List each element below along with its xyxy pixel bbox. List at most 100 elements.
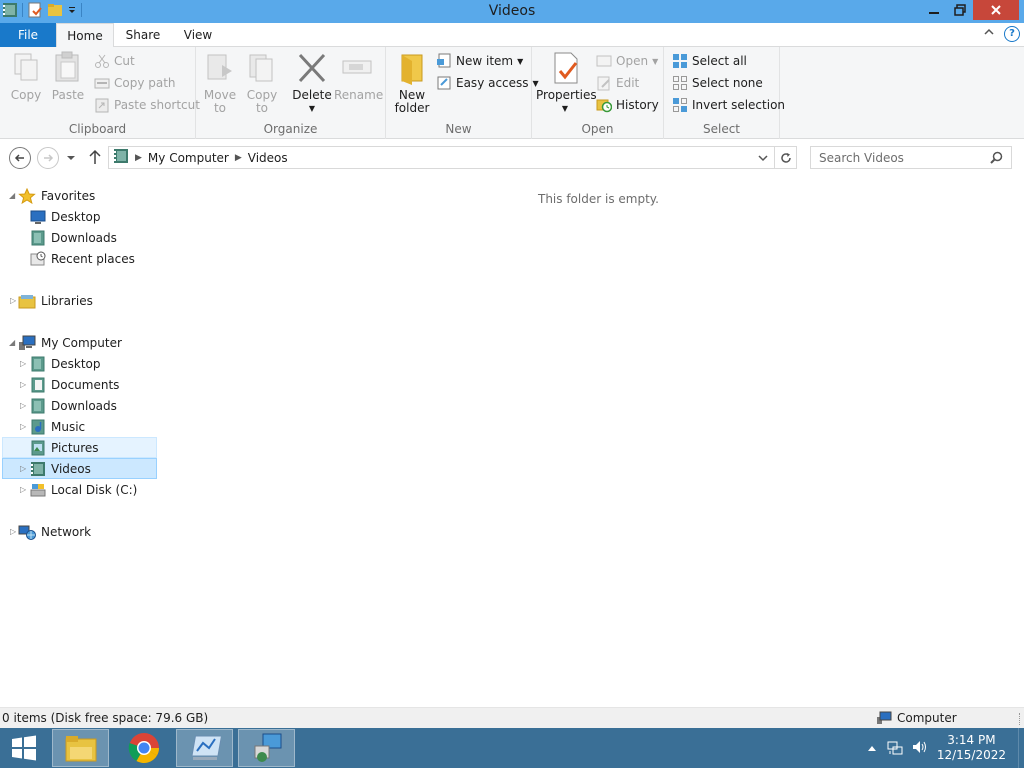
tree-item-desktop[interactable]: Desktop <box>30 353 101 374</box>
easy-access-button[interactable]: Easy access ▼ <box>436 73 539 93</box>
breadcrumb-separator-icon[interactable]: ▶ <box>235 153 242 163</box>
maximize-button[interactable] <box>947 0 973 20</box>
back-button[interactable] <box>9 147 31 169</box>
move-to-icon <box>204 51 236 85</box>
edit-button[interactable]: Edit <box>596 73 639 93</box>
search-icon[interactable] <box>990 151 1003 167</box>
new-item-button[interactable]: New item ▼ <box>436 51 523 71</box>
open-button[interactable]: Open ▼ <box>596 51 658 71</box>
tree-item-network[interactable]: Network <box>18 521 91 542</box>
tab-view[interactable]: View <box>176 23 220 47</box>
expand-arrow-icon[interactable]: ▷ <box>10 527 16 536</box>
tree-item-my-computer[interactable]: My Computer <box>18 332 122 353</box>
clock[interactable]: 3:14 PM 12/15/2022 <box>937 733 1006 763</box>
volume-icon[interactable] <box>911 739 929 758</box>
paste-icon <box>52 51 84 85</box>
windows-logo-icon <box>12 735 36 761</box>
new-folder-label-2: folder <box>394 101 430 115</box>
new-folder-button[interactable]: New folder <box>392 51 432 115</box>
taskbar: 3:14 PM 12/15/2022 <box>0 728 1024 768</box>
move-to-button[interactable]: Move to <box>202 51 238 115</box>
collapse-ribbon-icon[interactable] <box>984 27 994 40</box>
expand-arrow-icon[interactable]: ▷ <box>10 296 16 305</box>
select-group-label: Select <box>702 122 741 136</box>
expand-arrow-icon[interactable]: ▷ <box>20 401 26 410</box>
copy-icon <box>10 51 42 85</box>
paste-button[interactable]: Paste <box>50 51 86 102</box>
recent-locations-icon[interactable] <box>66 152 76 166</box>
copy-button[interactable]: Copy <box>8 51 44 102</box>
tree-item-downloads[interactable]: Downloads <box>30 395 117 416</box>
tree-item-local-disk[interactable]: Local Disk (C:) <box>30 479 137 500</box>
tree-item-favorites[interactable]: Favorites <box>18 185 95 206</box>
downloads-folder-icon <box>31 398 45 413</box>
breadcrumb-separator-icon[interactable]: ▶ <box>135 153 142 163</box>
tab-share[interactable]: Share <box>118 23 168 47</box>
close-button[interactable] <box>973 0 1019 20</box>
address-bar[interactable]: ▶ My Computer ▶ Videos <box>108 146 797 169</box>
tree-item-fav-desktop[interactable]: Desktop <box>30 206 101 227</box>
search-input[interactable] <box>819 150 989 165</box>
collapse-arrow-icon[interactable]: ◢ <box>9 191 15 200</box>
show-desktop-button[interactable] <box>1018 728 1024 768</box>
edit-icon <box>596 75 612 91</box>
invert-selection-button[interactable]: Invert selection <box>672 95 785 115</box>
delete-button[interactable]: Delete ▼ <box>292 51 332 115</box>
organize-group-label: Organize <box>263 122 318 136</box>
copy-path-label: Copy path <box>114 76 176 90</box>
tree-item-libraries[interactable]: Libraries <box>18 290 93 311</box>
invert-selection-icon <box>672 97 688 113</box>
start-button[interactable] <box>0 729 48 767</box>
file-list[interactable]: This folder is empty. <box>158 175 1024 705</box>
tree-item-pictures[interactable]: Pictures <box>2 437 157 458</box>
properties-button[interactable]: Properties ▼ <box>536 51 597 115</box>
tree-item-documents[interactable]: Documents <box>30 374 119 395</box>
history-button[interactable]: History <box>596 95 659 115</box>
expand-arrow-icon[interactable]: ▷ <box>20 359 26 368</box>
expand-arrow-icon[interactable]: ▷ <box>20 380 26 389</box>
expand-arrow-icon[interactable]: ▷ <box>20 464 26 473</box>
new-item-label: New item <box>456 54 514 68</box>
copy-to-button[interactable]: Copy to <box>244 51 280 115</box>
tab-file[interactable]: File <box>0 23 56 47</box>
delete-dropdown-icon[interactable]: ▼ <box>292 102 332 115</box>
taskbar-file-explorer[interactable] <box>52 729 109 767</box>
paste-shortcut-button[interactable]: Paste shortcut <box>94 95 200 115</box>
select-all-icon <box>672 53 688 69</box>
navigation-pane: ◢ Favorites Desktop Downloads Recent pla… <box>0 175 158 705</box>
expand-arrow-icon[interactable]: ▷ <box>20 422 26 431</box>
select-none-button[interactable]: Select none <box>672 73 763 93</box>
taskbar-network-setup[interactable] <box>238 729 295 767</box>
breadcrumb-videos[interactable]: Videos <box>242 151 294 165</box>
music-icon <box>31 419 45 434</box>
network-status-icon[interactable] <box>887 739 903 758</box>
help-button[interactable]: ? <box>1004 26 1020 42</box>
select-all-button[interactable]: Select all <box>672 51 747 71</box>
tree-item-fav-downloads[interactable]: Downloads <box>30 227 117 248</box>
minimize-button[interactable] <box>921 0 947 20</box>
new-item-dropdown-icon: ▼ <box>517 56 524 66</box>
expand-arrow-icon[interactable]: ▷ <box>20 485 26 494</box>
cut-button[interactable]: Cut <box>94 51 135 71</box>
resize-grip-icon[interactable] <box>1019 713 1021 725</box>
back-arrow-icon <box>14 154 24 162</box>
collapse-arrow-icon[interactable]: ◢ <box>9 338 15 347</box>
taskbar-control-panel[interactable] <box>176 729 233 767</box>
tree-item-recent-places[interactable]: Recent places <box>30 248 135 269</box>
refresh-button[interactable] <box>774 146 797 169</box>
copy-path-button[interactable]: Copy path <box>94 73 176 93</box>
show-hidden-icons-icon[interactable] <box>867 741 877 755</box>
tab-home[interactable]: Home <box>56 23 114 48</box>
address-dropdown-icon[interactable] <box>758 152 768 166</box>
taskbar-chrome[interactable] <box>115 729 172 767</box>
breadcrumb-my-computer[interactable]: My Computer <box>142 151 235 165</box>
delete-label: Delete <box>292 88 332 102</box>
up-arrow-icon[interactable] <box>88 149 102 168</box>
properties-dropdown-icon[interactable]: ▼ <box>536 102 594 115</box>
rename-button[interactable]: Rename <box>334 51 383 102</box>
tree-label: Music <box>51 419 86 434</box>
new-item-icon <box>436 53 452 69</box>
tree-item-music[interactable]: Music <box>30 416 85 437</box>
forward-button[interactable] <box>37 147 59 169</box>
search-box[interactable] <box>810 146 1012 169</box>
